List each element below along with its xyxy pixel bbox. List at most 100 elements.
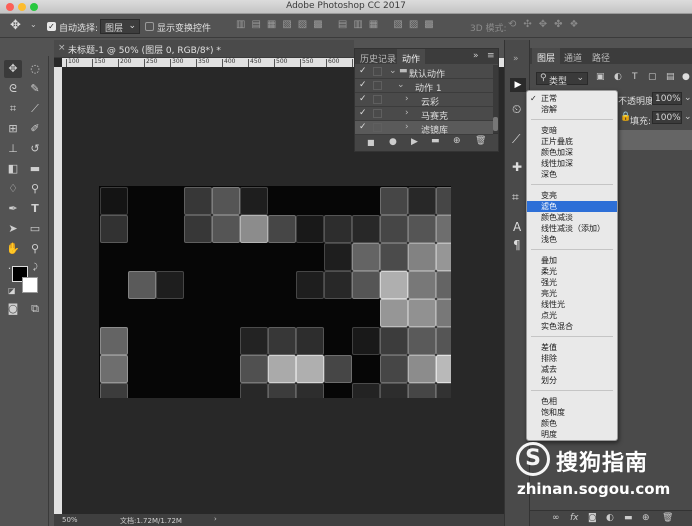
blur-tool-icon[interactable]: ♢ (4, 180, 22, 198)
action-row[interactable]: ✓ ⌄ ▬ 默认动作 (355, 65, 493, 80)
history-panel-icon[interactable]: ⏲ (512, 102, 521, 117)
blend-mode-option[interactable]: 划分 (527, 375, 617, 386)
blend-mode-option[interactable]: 颜色 (527, 418, 617, 429)
blend-mode-option[interactable]: 溶解 (527, 104, 617, 115)
move-tool-preset-icon[interactable]: ✥ (10, 18, 21, 33)
swap-colors-icon[interactable]: ⤸ (33, 262, 38, 272)
chevron-right-icon[interactable]: › (405, 122, 409, 132)
blend-mode-option[interactable]: 线性减淡（添加） (527, 223, 617, 234)
tab-layers[interactable]: 图层 (532, 48, 561, 64)
new-layer-icon[interactable]: ⊕ (642, 513, 650, 523)
blend-mode-option[interactable]: 排除 (527, 353, 617, 364)
eyedropper-tool-icon[interactable]: ⟋ (26, 100, 44, 118)
filter-pixel-icon[interactable]: ▣ (596, 72, 605, 82)
blend-mode-option[interactable]: 差值 (527, 342, 617, 353)
action-row[interactable]: ✓ › 云彩 (355, 93, 493, 108)
blend-mode-option[interactable]: 色相 (527, 396, 617, 407)
record-icon[interactable]: ● (389, 137, 397, 147)
filter-shape-icon[interactable]: ▢ (648, 72, 657, 82)
chevron-down-icon[interactable]: ⌄ (684, 112, 692, 122)
filter-type-icon[interactable]: T (632, 72, 638, 82)
tab-history[interactable]: 历史记录 (360, 52, 396, 65)
tab-actions[interactable]: 动作 (397, 49, 426, 65)
quick-select-tool-icon[interactable]: ✎ (26, 80, 44, 98)
chevron-right-icon[interactable]: › (214, 515, 217, 523)
new-set-icon[interactable]: ▬ (431, 136, 440, 146)
layer-filter-dropdown[interactable]: ⚲ 类型 ⌄ (536, 72, 588, 87)
chevron-right-icon[interactable]: › (405, 108, 409, 118)
adjustments-panel-icon[interactable]: ✚ (512, 160, 522, 174)
default-colors-icon[interactable]: ◪ (8, 286, 16, 295)
document-info[interactable]: 文档:1.72M/1.72M (120, 516, 182, 526)
3d-mode-icons-group[interactable]: ⟲✣✥✤❖ (508, 19, 585, 30)
opacity-field[interactable]: 100% (652, 92, 682, 105)
eraser-tool-icon[interactable]: ◧ (4, 160, 22, 178)
chevron-down-icon[interactable]: ⌄ (397, 80, 405, 90)
dialog-toggle[interactable] (373, 109, 382, 118)
healing-brush-tool-icon[interactable]: ⊞ (4, 120, 22, 138)
lasso-tool-icon[interactable]: ᘓ (4, 80, 22, 98)
action-row[interactable]: ✓ › 滤镜库 (355, 121, 493, 136)
dodge-tool-icon[interactable]: ⚲ (26, 180, 44, 198)
tab-paths[interactable]: 路径 (592, 51, 610, 64)
chevron-down-icon[interactable]: ⌄ (30, 20, 37, 29)
blend-mode-option[interactable]: 亮光 (527, 288, 617, 299)
tab-channels[interactable]: 通道 (564, 51, 582, 64)
blend-mode-option[interactable]: 浅色 (527, 234, 617, 245)
blend-mode-option[interactable]: 线性光 (527, 299, 617, 310)
delete-layer-icon[interactable]: 🗑 (662, 513, 673, 523)
filter-adjustment-icon[interactable]: ◐ (614, 72, 622, 82)
checkmark-icon[interactable]: ✓ (359, 122, 367, 132)
align-icons-group[interactable]: ▥▤▦▧▨▩ ▤▥▦ ▧▨▩ (236, 19, 440, 30)
checkmark-icon[interactable]: ✓ (359, 80, 367, 90)
blend-mode-option[interactable]: 点光 (527, 310, 617, 321)
history-brush-tool-icon[interactable]: ↺ (26, 140, 44, 158)
layer-style-icon[interactable]: fx (570, 513, 579, 523)
panel-menu-icon[interactable]: ≡ (487, 51, 495, 61)
link-layers-icon[interactable]: ∞ (552, 513, 560, 523)
filter-smart-icon[interactable]: ▤ (666, 72, 675, 82)
rectangle-tool-icon[interactable]: ▭ (26, 220, 44, 238)
chevron-down-icon[interactable]: ⌄ (389, 66, 397, 76)
auto-select-checkbox[interactable]: ✓ (47, 22, 56, 31)
action-row[interactable]: ✓ › 马赛克 (355, 107, 493, 122)
panel-collapse-icon[interactable]: » (473, 51, 479, 61)
brush-tool-icon[interactable]: ✐ (26, 120, 44, 138)
crop-tool-icon[interactable]: ⌗ (4, 100, 22, 118)
type-tool-icon[interactable]: T (26, 200, 44, 218)
blend-mode-option[interactable]: 深色 (527, 169, 617, 180)
blend-mode-option[interactable]: ✓ 正常 (527, 93, 617, 104)
auto-select-target-dropdown[interactable]: 图层 ⌄ (100, 19, 140, 34)
crop-panel-icon[interactable]: ⌗ (512, 190, 519, 205)
gradient-tool-icon[interactable]: ▬ (26, 160, 44, 178)
fill-field[interactable]: 100% (652, 111, 682, 124)
checkmark-icon[interactable]: ✓ (359, 66, 367, 76)
background-color-swatch[interactable] (22, 277, 38, 293)
stop-icon[interactable]: ■ (367, 138, 375, 147)
chevron-right-icon[interactable]: › (405, 94, 409, 104)
marquee-tool-icon[interactable]: ◌ (26, 60, 44, 78)
blend-mode-option[interactable]: 实色混合 (527, 321, 617, 332)
blend-mode-option[interactable]: 柔光 (527, 266, 617, 277)
screen-mode-icon[interactable]: ⧉ (26, 300, 44, 318)
curves-panel-icon[interactable]: ⟋ (512, 132, 520, 147)
scrollbar[interactable] (493, 65, 498, 133)
blend-mode-option[interactable]: 颜色加深 (527, 147, 617, 158)
path-select-tool-icon[interactable]: ➤ (4, 220, 22, 238)
actions-panel-icon[interactable]: ▶ (510, 78, 526, 92)
blend-mode-option[interactable]: 线性加深 (527, 158, 617, 169)
blend-mode-option[interactable]: 变亮 (527, 190, 617, 201)
hand-tool-icon[interactable]: ✋ (4, 240, 22, 258)
blend-mode-option[interactable]: 饱和度 (527, 407, 617, 418)
new-group-icon[interactable]: ▬ (624, 513, 633, 523)
close-icon[interactable]: × (58, 43, 66, 53)
blend-mode-option[interactable]: 强光 (527, 277, 617, 288)
dialog-toggle[interactable] (373, 123, 382, 132)
blend-mode-option[interactable]: 颜色减淡 (527, 212, 617, 223)
layer-mask-icon[interactable]: ◙ (588, 513, 597, 523)
action-row[interactable]: ✓ ⌄ 动作 1 (355, 79, 493, 94)
dialog-toggle[interactable] (373, 67, 382, 76)
blend-mode-option[interactable]: 滤色 (527, 201, 617, 212)
delete-icon[interactable]: 🗑 (475, 136, 486, 146)
document-tab[interactable]: × 未标题-1 @ 50% (图层 0, RGB/8*) * (54, 40, 354, 58)
